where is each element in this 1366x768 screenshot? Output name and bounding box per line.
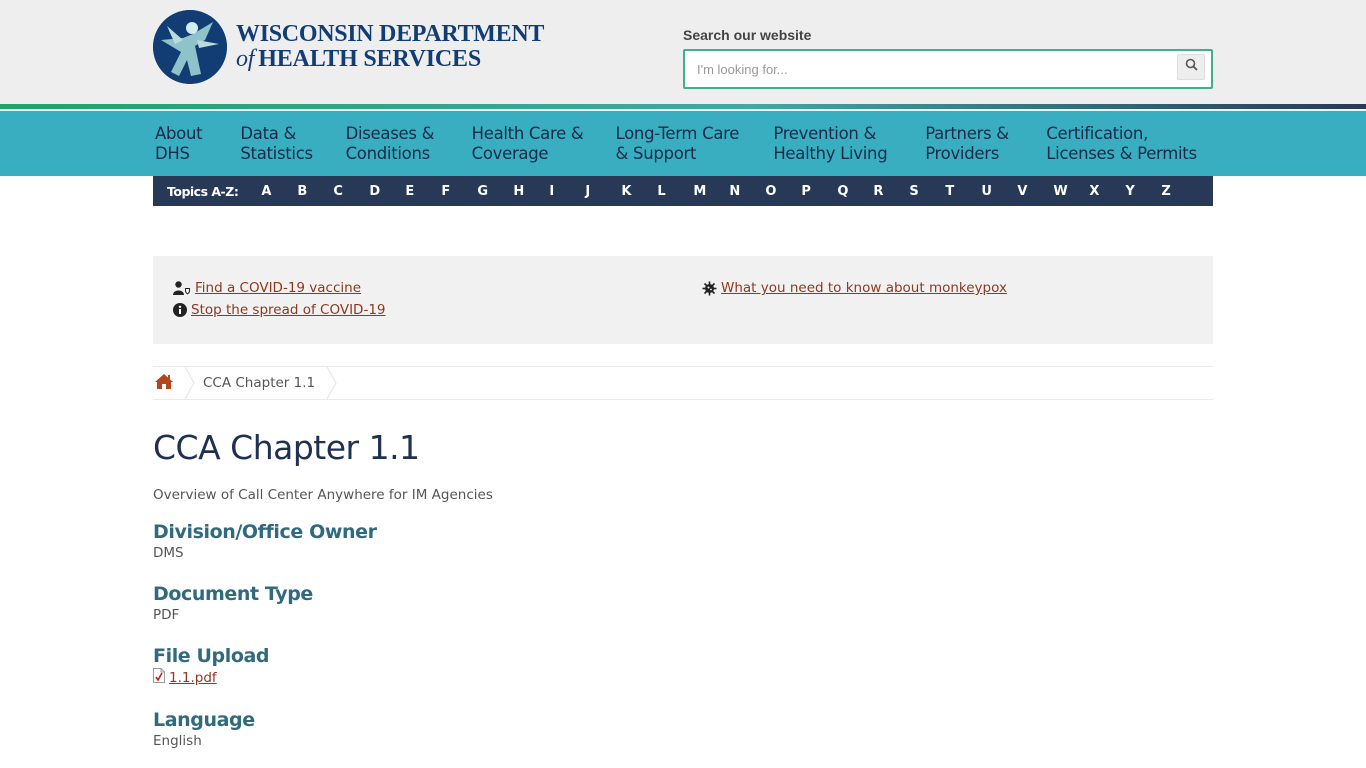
az-letter-p[interactable]: P [794, 184, 830, 199]
logo-health-services: HEALTH SERVICES [258, 46, 481, 72]
alert-col-right: What you need to know about monkeypox [702, 277, 1007, 299]
division-owner-value: DMS [153, 545, 184, 561]
nav-item-data-statistics[interactable]: Data & Statistics [240, 124, 345, 164]
az-letter-o[interactable]: O [758, 184, 794, 199]
az-letter-j[interactable]: J [578, 184, 614, 199]
main-nav: About DHS Data & Statistics Diseases & Cond… [0, 111, 1366, 176]
file-upload-label: File Upload [153, 645, 270, 667]
file-upload-value: 1.1.pdf [153, 668, 1366, 688]
nav-item-prevention[interactable]: Prevention & Healthy Living [773, 124, 925, 164]
az-letter-g[interactable]: G [470, 184, 506, 199]
az-letter-k[interactable]: K [614, 184, 650, 199]
home-icon [154, 373, 174, 394]
monkeypox-link[interactable]: What you need to know about monkeypox [721, 280, 1007, 296]
language-value: English [153, 733, 202, 749]
search-box [683, 49, 1213, 89]
alert-col-left: Find a COVID-19 vaccine Stop the spread … [173, 277, 386, 321]
virus-icon [702, 281, 717, 296]
document-type-label: Document Type [153, 583, 313, 605]
logo-line-2: of HEALTH SERVICES [236, 47, 544, 72]
nav-item-about-dhs[interactable]: About DHS [155, 124, 240, 164]
site-header: WISCONSIN DEPARTMENT of HEALTH SERVICES S… [0, 0, 1366, 104]
az-letter-s[interactable]: S [902, 184, 938, 199]
logo-emblem-icon [153, 10, 227, 84]
alert-monkeypox: What you need to know about monkeypox [702, 277, 1007, 299]
az-letter-n[interactable]: N [722, 184, 758, 199]
az-letter-t[interactable]: T [938, 184, 974, 199]
topics-az-bar: Topics A-Z: ABCDEFGHIJKLMNOPQRSTUVWXYZ [153, 176, 1213, 206]
az-letter-d[interactable]: D [362, 184, 398, 199]
division-owner-label: Division/Office Owner [153, 521, 377, 543]
az-letter-w[interactable]: W [1046, 184, 1082, 199]
nav-item-partners-providers[interactable]: Partners & Providers [925, 124, 1046, 164]
breadcrumb: CCA Chapter 1.1 [153, 366, 1213, 400]
info-circle-icon [173, 303, 187, 317]
topics-az-label: Topics A-Z: [167, 183, 239, 199]
pdf-download-link[interactable]: 1.1.pdf [169, 669, 217, 687]
find-covid-vaccine-link[interactable]: Find a COVID-19 vaccine [195, 280, 361, 296]
nav-item-diseases-conditions[interactable]: Diseases & Conditions [346, 124, 472, 164]
language-label: Language [153, 709, 255, 731]
az-letter-v[interactable]: V [1010, 184, 1046, 199]
az-letter-x[interactable]: X [1082, 184, 1118, 199]
logo-wordmark: WISCONSIN DEPARTMENT of HEALTH SERVICES [236, 22, 544, 72]
breadcrumb-separator [327, 367, 337, 399]
magnifier-icon [1185, 58, 1198, 76]
az-letter-q[interactable]: Q [830, 184, 866, 199]
az-letter-u[interactable]: U [974, 184, 1010, 199]
logo-line-1: WISCONSIN DEPARTMENT [236, 21, 545, 47]
az-letter-f[interactable]: F [434, 184, 470, 199]
az-letter-h[interactable]: H [506, 184, 542, 199]
az-letter-l[interactable]: L [650, 184, 686, 199]
page-title: CCA Chapter 1.1 [153, 428, 420, 467]
alert-box: Find a COVID-19 vaccine Stop the spread … [153, 256, 1213, 344]
main-content: CCA Chapter 1.1 Overview of Call Center … [153, 428, 1366, 750]
alert-spread: Stop the spread of COVID-19 [173, 299, 386, 321]
page-summary: Overview of Call Center Anywhere for IM … [153, 487, 493, 503]
search-button[interactable] [1177, 54, 1205, 80]
breadcrumb-home[interactable] [153, 367, 185, 399]
az-letter-c[interactable]: C [326, 184, 362, 199]
logo-of: of [236, 46, 255, 72]
az-letters: ABCDEFGHIJKLMNOPQRSTUVWXYZ [254, 184, 1190, 199]
search-area: Search our website [683, 27, 1213, 89]
az-letter-b[interactable]: B [290, 184, 326, 199]
nav-item-certification[interactable]: Certification, Licenses & Permits [1046, 124, 1215, 164]
user-shield-icon [173, 281, 191, 295]
breadcrumb-current: CCA Chapter 1.1 [203, 375, 316, 391]
nav-item-health-care-coverage[interactable]: Health Care & Coverage [472, 124, 616, 164]
breadcrumb-separator [185, 367, 195, 399]
az-letter-a[interactable]: A [254, 184, 290, 199]
pdf-file-icon [153, 668, 165, 688]
az-letter-z[interactable]: Z [1154, 184, 1190, 199]
stop-spread-covid-link[interactable]: Stop the spread of COVID-19 [191, 302, 386, 318]
az-letter-m[interactable]: M [686, 184, 722, 199]
dhs-logo[interactable]: WISCONSIN DEPARTMENT of HEALTH SERVICES [153, 10, 544, 84]
az-letter-e[interactable]: E [398, 184, 434, 199]
az-letter-r[interactable]: R [866, 184, 902, 199]
search-input[interactable] [685, 51, 1165, 87]
search-label: Search our website [683, 27, 812, 43]
az-letter-i[interactable]: I [542, 184, 578, 199]
nav-item-long-term-care[interactable]: Long-Term Care & Support [616, 124, 774, 164]
document-type-value: PDF [153, 607, 180, 623]
alert-vaccine: Find a COVID-19 vaccine [173, 277, 386, 299]
az-letter-y[interactable]: Y [1118, 184, 1154, 199]
